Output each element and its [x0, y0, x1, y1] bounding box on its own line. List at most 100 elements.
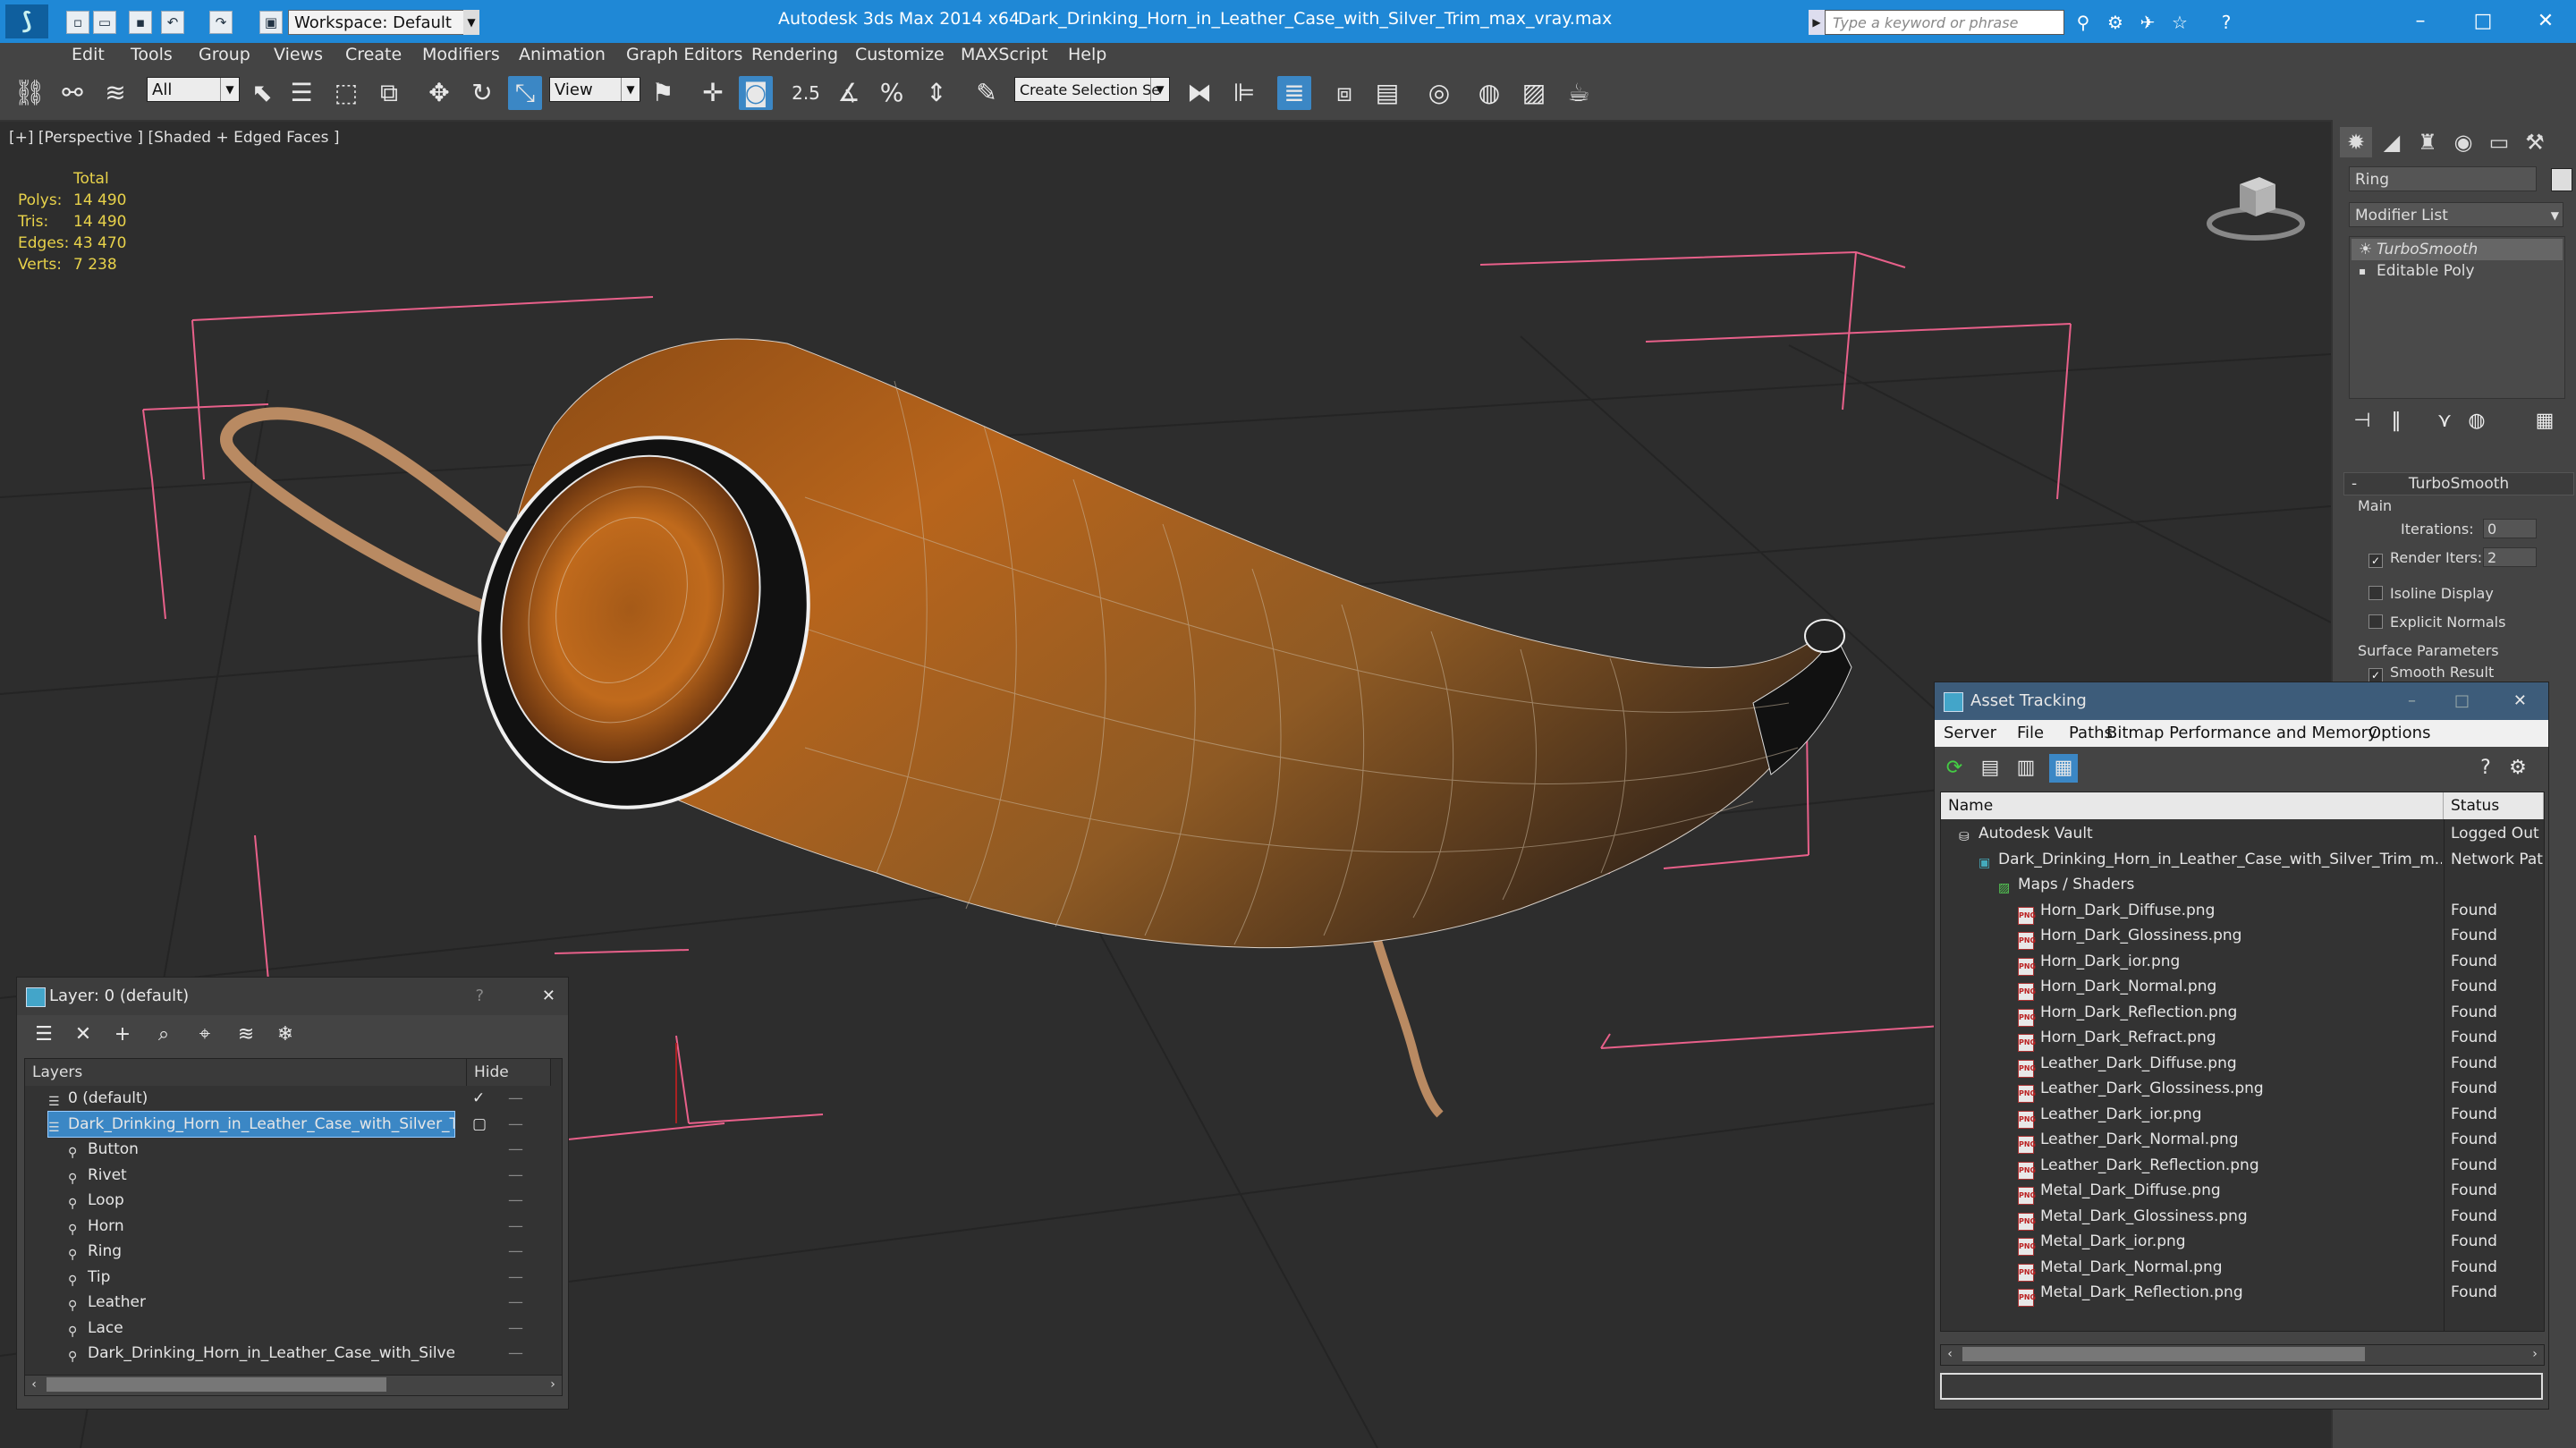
select-rotate-icon[interactable]: ↻: [465, 76, 499, 110]
menu-modifiers[interactable]: Modifiers: [422, 45, 500, 64]
create-tab-icon[interactable]: ✹: [2340, 127, 2372, 157]
asset-tracking-titlebar[interactable]: Asset Tracking – □ ✕: [1935, 682, 2548, 720]
layer-row[interactable]: ⚲ Lace —: [25, 1316, 562, 1342]
hide-toggle[interactable]: —: [508, 1265, 535, 1290]
menu-graph-editors[interactable]: Graph Editors: [626, 45, 742, 64]
asset-row[interactable]: PNG Leather_Dark_Diffuse.png Found: [1941, 1051, 2544, 1078]
scene-explorer-icon[interactable]: ≣: [1277, 76, 1311, 110]
align-icon[interactable]: ⊫: [1227, 76, 1261, 110]
app-menu-button[interactable]: ⟆: [5, 4, 48, 38]
asset-row[interactable]: PNG Horn_Dark_Reflection.png Found: [1941, 1000, 2544, 1027]
hide-toggle[interactable]: —: [508, 1214, 535, 1239]
menu-tools[interactable]: Tools: [131, 45, 173, 64]
selection-filter-dropdown[interactable]: All ▼: [147, 77, 240, 102]
layer-row[interactable]: ⚲ Dark_Drinking_Horn_in_Leather_Case_with…: [25, 1341, 562, 1367]
menu-rendering[interactable]: Rendering: [751, 45, 838, 64]
asset-row[interactable]: PNG Horn_Dark_Refract.png Found: [1941, 1025, 2544, 1052]
minimize-icon[interactable]: –: [2394, 5, 2447, 38]
render-teapot-icon[interactable]: ☕: [1562, 76, 1596, 110]
layer-row[interactable]: ⚲ Leather —: [25, 1290, 562, 1316]
show-end-result-icon[interactable]: ‖: [2383, 408, 2410, 435]
asset-row[interactable]: PNG Leather_Dark_Glossiness.png Found: [1941, 1076, 2544, 1103]
asset-row[interactable]: PNG Horn_Dark_Glossiness.png Found: [1941, 923, 2544, 950]
subscription-icon[interactable]: ⚙: [2104, 11, 2127, 34]
hide-toggle[interactable]: —: [508, 1086, 535, 1111]
asset-menu-bitmap-performance[interactable]: Bitmap Performance and Memory: [2106, 724, 2377, 742]
select-manipulate-icon[interactable]: ✛: [696, 76, 730, 110]
freeze-all-layers-icon[interactable]: ❄: [271, 1020, 300, 1049]
asset-row[interactable]: PNG Leather_Dark_ior.png Found: [1941, 1102, 2544, 1129]
table-view-icon[interactable]: ▦: [2049, 754, 2078, 783]
remove-modifier-icon[interactable]: ◍: [2463, 408, 2490, 435]
modify-tab-icon[interactable]: ◢: [2376, 127, 2408, 157]
graphite-ribbon-icon[interactable]: ▤: [1370, 76, 1404, 110]
select-in-layer-icon[interactable]: ⌕: [149, 1020, 178, 1049]
layer-horizontal-scrollbar[interactable]: ‹ ›: [24, 1375, 563, 1396]
communication-icon[interactable]: ✈: [2136, 11, 2159, 34]
layer-close-icon[interactable]: ✕: [542, 978, 555, 1015]
hide-toggle[interactable]: —: [508, 1239, 535, 1264]
display-tab-icon[interactable]: ▭: [2483, 127, 2515, 157]
close-icon[interactable]: ✕: [2519, 5, 2572, 38]
asset-minimize-icon[interactable]: –: [2408, 682, 2416, 720]
render-setup-icon[interactable]: ▨: [1517, 76, 1551, 110]
highlight-layer-icon[interactable]: ⌖: [191, 1020, 219, 1049]
detail-view-icon[interactable]: ▥: [2012, 754, 2040, 783]
curve-editor-icon[interactable]: ◎: [1422, 76, 1456, 110]
col-layers[interactable]: Layers: [25, 1059, 467, 1086]
redo-icon[interactable]: ↷: [209, 11, 233, 34]
mirror-icon[interactable]: ⧓: [1182, 76, 1216, 110]
scroll-right-icon[interactable]: ›: [2526, 1345, 2544, 1363]
pivot-center-icon[interactable]: ⚑: [646, 76, 680, 110]
hide-toggle[interactable]: —: [508, 1188, 535, 1213]
favorites-star-icon[interactable]: ☆: [2168, 11, 2191, 34]
make-unique-icon[interactable]: ⋎: [2431, 408, 2458, 435]
layer-row[interactable]: ☰ 0 (default) — ✓: [25, 1086, 562, 1112]
menu-views[interactable]: Views: [274, 45, 323, 64]
hide-toggle[interactable]: —: [508, 1112, 535, 1137]
asset-row[interactable]: PNG Metal_Dark_Diffuse.png Found: [1941, 1178, 2544, 1205]
layer-row[interactable]: ☰ Dark_Drinking_Horn_in_Leather_Case_with…: [25, 1110, 562, 1138]
asset-maximize-icon[interactable]: □: [2454, 682, 2470, 720]
edit-named-selection-icon[interactable]: ✎: [970, 76, 1004, 110]
menu-customize[interactable]: Customize: [855, 45, 945, 64]
scroll-left-icon[interactable]: ‹: [1941, 1345, 1959, 1363]
asset-row[interactable]: PNG Horn_Dark_Diffuse.png Found: [1941, 898, 2544, 925]
viewcube-icon[interactable]: [2202, 166, 2309, 247]
project-folder-icon[interactable]: ▣: [259, 11, 283, 34]
explicit-normals-checkbox[interactable]: Explicit Normals: [2368, 614, 2505, 631]
hide-toggle[interactable]: —: [508, 1316, 535, 1341]
col-name[interactable]: Name: [1941, 792, 2444, 819]
help-icon[interactable]: ?: [2215, 11, 2238, 34]
maximize-icon[interactable]: □: [2456, 5, 2510, 38]
menu-edit[interactable]: Edit: [72, 45, 105, 64]
percent-snap-icon[interactable]: %: [875, 76, 909, 110]
layer-manager-titlebar[interactable]: Layer: 0 (default) ? ✕: [17, 978, 568, 1015]
asset-menu-options[interactable]: Options: [2368, 724, 2430, 742]
asset-row[interactable]: PNG Metal_Dark_Reflection.png Found: [1941, 1280, 2544, 1307]
isoline-display-checkbox[interactable]: Isoline Display: [2368, 585, 2494, 602]
stack-item-turbosmooth[interactable]: ☀ TurboSmooth: [2351, 239, 2563, 260]
hide-toggle[interactable]: —: [508, 1290, 535, 1315]
expand-icon[interactable]: ▪: [2359, 260, 2366, 282]
hierarchy-tab-icon[interactable]: ♜: [2411, 127, 2444, 157]
asset-row[interactable]: PNG Horn_Dark_ior.png Found: [1941, 949, 2544, 976]
asset-row[interactable]: PNG Horn_Dark_Normal.png Found: [1941, 974, 2544, 1001]
asset-horizontal-scrollbar[interactable]: ‹ ›: [1940, 1344, 2545, 1366]
asset-menu-server[interactable]: Server: [1944, 724, 1996, 742]
search-expand-icon[interactable]: ▶: [1809, 10, 1825, 35]
snap-toggle-icon[interactable]: 2.5: [789, 76, 823, 110]
scroll-thumb[interactable]: [1962, 1347, 2365, 1361]
iterations-spinner[interactable]: 0: [2483, 519, 2537, 538]
reference-coordinate-dropdown[interactable]: View ▼: [549, 77, 640, 102]
render-iters-spinner[interactable]: 2: [2483, 547, 2537, 567]
rectangular-selection-icon[interactable]: ⬚: [329, 76, 363, 110]
menu-maxscript[interactable]: MAXScript: [961, 45, 1048, 64]
named-selection-set-dropdown[interactable]: Create Selection Se ▼: [1014, 77, 1170, 102]
refresh-icon[interactable]: ⟳: [1940, 754, 1969, 783]
set-current-layer-icon[interactable]: ▢: [472, 1112, 487, 1137]
layer-row[interactable]: ⚲ Ring —: [25, 1239, 562, 1265]
smooth-result-checkbox[interactable]: ✓ Smooth Result: [2368, 664, 2494, 682]
layer-scroll-right-icon[interactable]: ›: [544, 1376, 562, 1393]
open-file-icon[interactable]: ▭: [93, 11, 116, 34]
